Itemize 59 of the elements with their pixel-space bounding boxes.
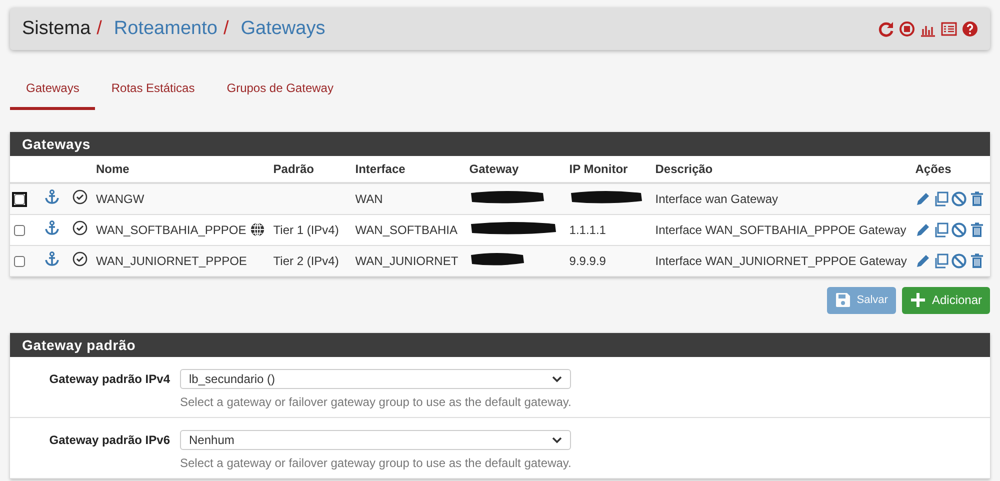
table-cell: Tier 1 (IPv4) [273, 222, 339, 236]
floppy-icon [834, 292, 851, 308]
reload-icon[interactable] [878, 21, 894, 37]
pencil-icon[interactable] [915, 222, 932, 238]
stop-icon[interactable] [899, 21, 915, 37]
ban-icon[interactable] [951, 252, 968, 268]
table-cell: WAN [355, 192, 383, 206]
add-button[interactable]: Adicionar [902, 286, 990, 314]
table-cell: 1.1.1.1 [569, 222, 606, 236]
row-checkbox[interactable] [14, 224, 25, 236]
trash-icon[interactable] [969, 222, 986, 238]
anchor-icon[interactable] [44, 189, 60, 206]
table-cell: Interface WAN_SOFTBAHIA_PPPOE Gateway [655, 222, 906, 236]
gateway-name: WAN_JUNIORNET_PPPOE [96, 254, 247, 268]
anchor-icon[interactable] [44, 220, 60, 236]
ban-icon[interactable] [951, 222, 968, 238]
table-cell: Interface WAN_JUNIORNET_PPPOE Gateway [655, 254, 907, 268]
table-cell: WAN_SOFTBAHIA [355, 222, 458, 236]
check-circle-icon [72, 251, 88, 267]
panel-title: Gateways [10, 132, 990, 156]
table-cell: WAN_JUNIORNET [355, 254, 458, 268]
plus-icon [910, 292, 926, 308]
panel-title: Gateway padrão [10, 332, 990, 356]
breadcrumb-separator: / [223, 18, 229, 40]
help-text: Select a gateway or failover gateway group to use as the default gateway. [180, 394, 572, 408]
breadcrumb-text: Sistema [22, 18, 91, 40]
row-checkbox[interactable] [14, 256, 25, 267]
table-cell: Interface wan Gateway [655, 192, 778, 206]
tab[interactable]: Gateways [10, 72, 96, 110]
gateway-name: WAN_SOFTBAHIA_PPPOE [96, 222, 246, 236]
row-checkbox[interactable] [14, 194, 25, 206]
gateway-select[interactable]: Nenhum [180, 430, 571, 450]
redaction-scribble [469, 251, 526, 267]
ban-icon[interactable] [951, 190, 968, 207]
tab[interactable]: Rotas Estáticas [95, 72, 211, 110]
copy-icon[interactable] [933, 222, 950, 238]
anchor-icon[interactable] [44, 251, 60, 267]
globe-icon [250, 222, 266, 237]
pencil-icon[interactable] [915, 190, 932, 207]
breadcrumb-separator: / [96, 18, 102, 40]
copy-icon[interactable] [933, 190, 950, 207]
list-icon[interactable] [941, 21, 957, 37]
pencil-icon[interactable] [915, 252, 932, 268]
chevron-down-icon [552, 436, 562, 444]
trash-icon[interactable] [969, 190, 986, 207]
copy-icon[interactable] [933, 252, 950, 268]
chevron-down-icon [552, 374, 562, 382]
help-icon[interactable] [962, 21, 978, 37]
check-circle-icon [72, 220, 88, 236]
trash-icon[interactable] [969, 252, 986, 268]
gateway-name: WANGW [96, 192, 144, 206]
field-label: Gateway padrão IPv6 [48, 432, 171, 448]
help-text: Select a gateway or failover gateway group to use as the default gateway. [180, 456, 572, 470]
gateway-select[interactable]: lb_secundario () [180, 368, 571, 388]
table-cell: Tier 2 (IPv4) [273, 254, 339, 268]
check-circle-icon [72, 189, 88, 206]
tab[interactable]: Grupos de Gateway [210, 72, 350, 110]
field-label: Gateway padrão IPv4 [48, 370, 171, 388]
table-cell: 9.9.9.9 [569, 254, 606, 268]
